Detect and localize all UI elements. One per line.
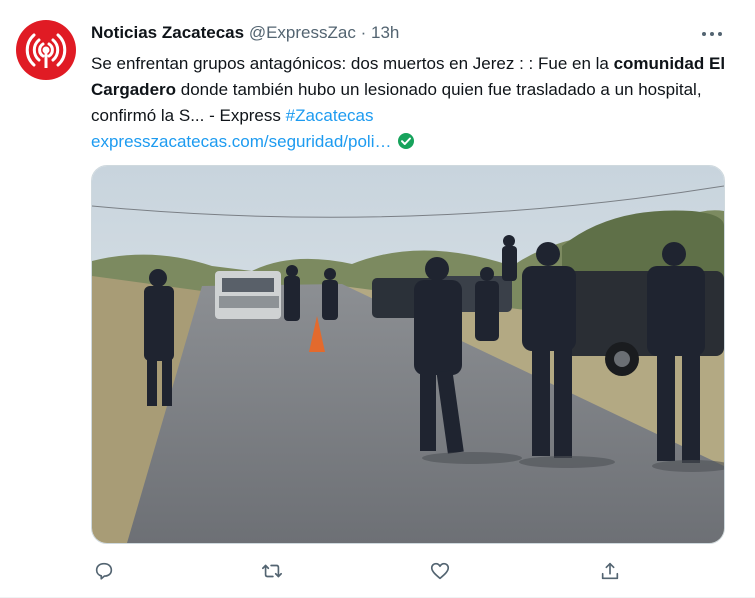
verified-badge <box>397 132 415 158</box>
author-name[interactable]: Noticias Zacatecas <box>91 23 244 42</box>
tweet-actions <box>91 558 723 584</box>
tweet-text-part2: donde también hubo un lesionado quien fu… <box>91 80 702 125</box>
author-handle[interactable]: @ExpressZac <box>249 23 356 42</box>
tweet-text-part1: Se enfrentan grupos antagónicos: dos mue… <box>91 54 614 73</box>
tweet-photo[interactable] <box>91 165 725 544</box>
police-roadblock-photo <box>92 166 724 543</box>
check-circle-icon <box>398 133 415 149</box>
tweet-timestamp[interactable]: 13h <box>371 23 399 42</box>
tweet-header: Noticias Zacatecas @ExpressZac · 13h <box>91 23 399 43</box>
heart-icon <box>430 562 450 580</box>
reply-button[interactable] <box>91 558 117 584</box>
more-horizontal-icon <box>702 32 722 36</box>
share-icon <box>601 562 619 580</box>
broadcast-antenna-icon <box>25 33 67 68</box>
article-link[interactable]: expresszacatecas.com/seguridad/poli… <box>91 132 391 151</box>
retweet-button[interactable] <box>259 558 285 584</box>
reply-icon <box>95 562 113 580</box>
separator-dot: · <box>360 23 367 42</box>
hashtag-link[interactable]: #Zacatecas <box>286 106 374 125</box>
avatar[interactable] <box>16 20 76 80</box>
share-button[interactable] <box>597 558 623 584</box>
retweet-icon <box>262 564 282 578</box>
more-options-button[interactable] <box>698 22 726 46</box>
tweet-text: Se enfrentan grupos antagónicos: dos mue… <box>91 51 731 158</box>
tweet-card[interactable]: Noticias Zacatecas @ExpressZac · 13h Se … <box>0 0 755 598</box>
like-button[interactable] <box>427 558 453 584</box>
